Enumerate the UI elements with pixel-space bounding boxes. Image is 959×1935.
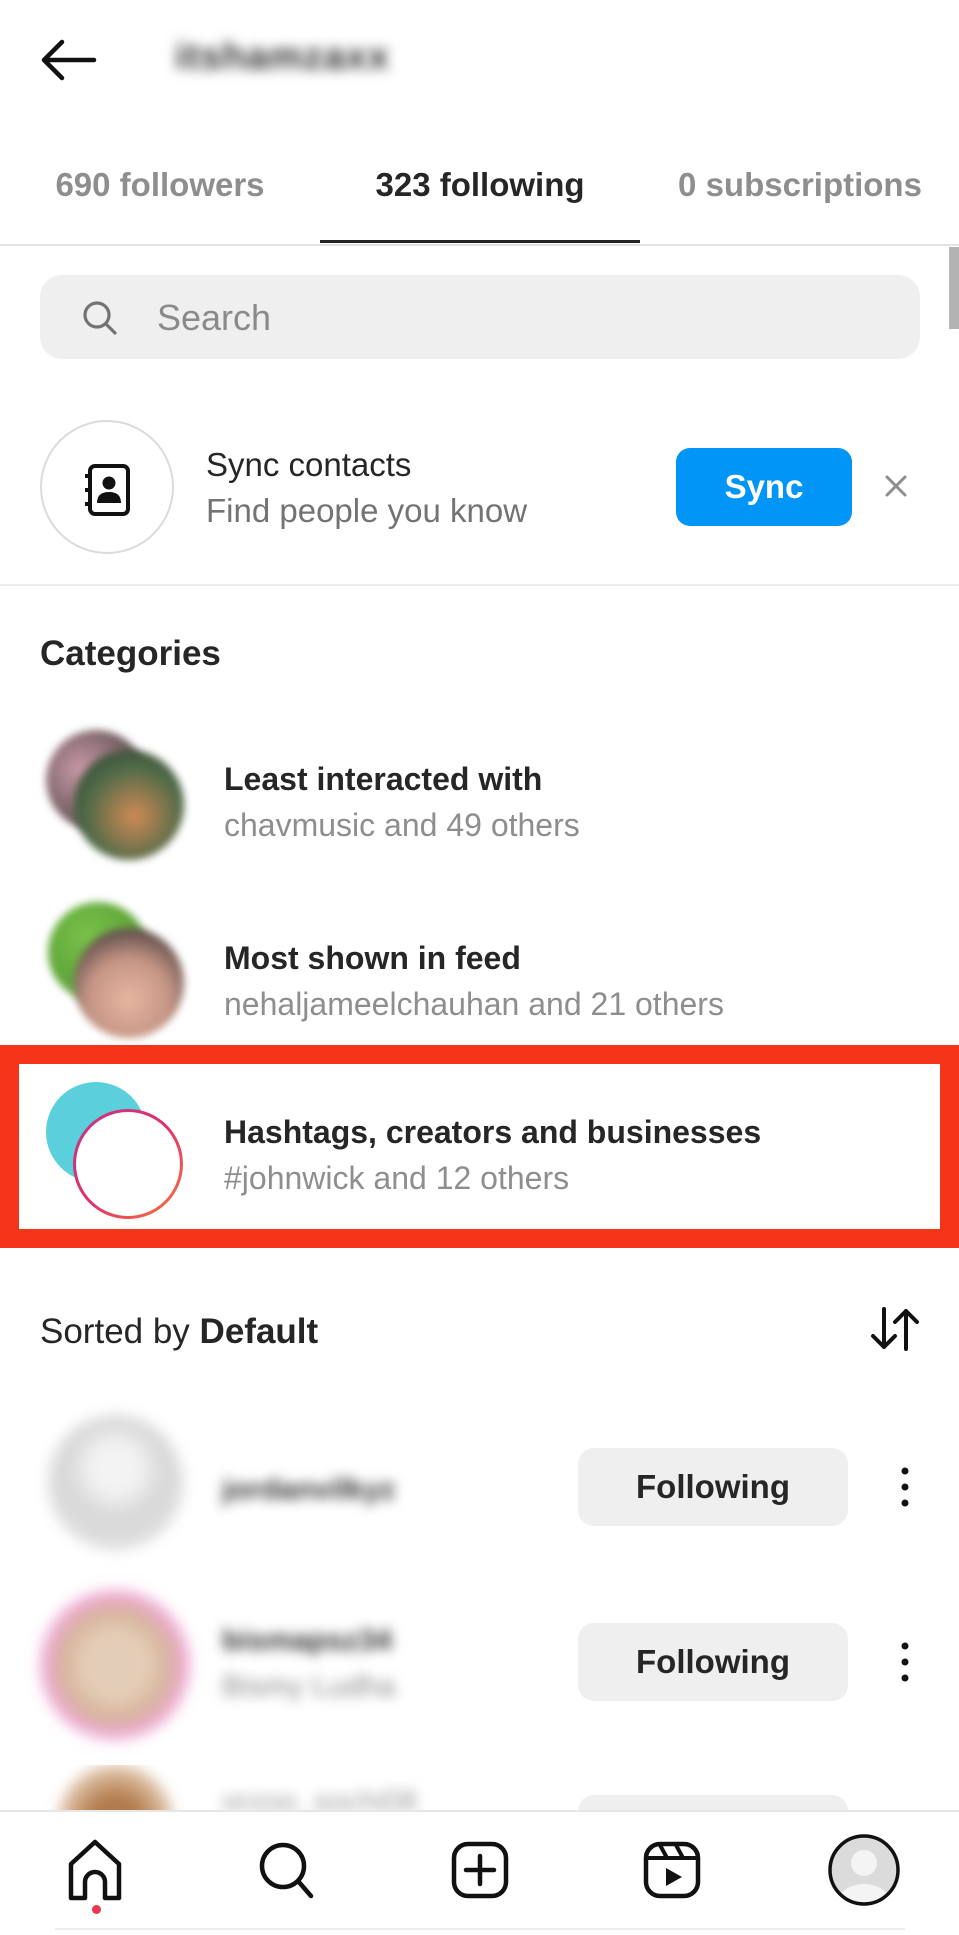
category-hashtags-creators-businesses[interactable]: Hashtags, creators and businesses #johnw…: [0, 1064, 959, 1229]
gesture-bar-divider: [55, 1928, 905, 1930]
category-subtitle: #johnwick and 12 others: [224, 1160, 570, 1196]
following-row[interactable]: bismapsz34 Bismy Ludha Following: [0, 1590, 959, 1740]
category-title: Most shown in feed: [224, 940, 521, 976]
username: bismapsz34: [222, 1624, 393, 1657]
profile-avatar-icon: [828, 1834, 900, 1906]
sort-prefix: Sorted by: [40, 1312, 200, 1351]
search-input[interactable]: [155, 285, 859, 351]
user-avatar: [48, 1415, 183, 1550]
search-icon: [259, 1842, 314, 1899]
sync-button[interactable]: Sync: [676, 448, 852, 526]
more-options-button[interactable]: [895, 1640, 915, 1684]
arrow-left-icon: [41, 39, 97, 81]
sort-value: Default: [199, 1312, 319, 1351]
category-least-interacted[interactable]: Least interacted with chavmusic and 49 o…: [0, 715, 959, 865]
following-button[interactable]: Following: [578, 1623, 848, 1701]
reels-icon: [643, 1841, 701, 1899]
back-button[interactable]: [38, 38, 98, 82]
search-icon: [83, 301, 117, 335]
nav-home[interactable]: [63, 1838, 127, 1902]
category-title: Least interacted with: [224, 761, 543, 797]
category-avatar-front: [74, 928, 184, 1038]
username: jordanvilkyz: [222, 1473, 396, 1506]
category-avatar-front: [74, 750, 184, 860]
section-divider: [0, 584, 959, 586]
sort-label: Sorted by Default: [40, 1312, 318, 1352]
active-tab-indicator: [320, 240, 640, 243]
add-post-icon: [451, 1841, 509, 1899]
sync-contacts-title: Sync contacts: [206, 446, 412, 483]
tab-subscriptions[interactable]: 0 subscriptions: [670, 166, 930, 204]
category-subtitle: nehaljameelchauhan and 21 others: [224, 986, 724, 1022]
nav-create[interactable]: [448, 1838, 512, 1902]
sort-button[interactable]: [870, 1305, 920, 1353]
user-full-name: Bismy Ludha: [222, 1670, 396, 1703]
more-vertical-icon: [901, 1467, 909, 1507]
scrollbar[interactable]: [949, 247, 959, 329]
tab-followers[interactable]: 690 followers: [40, 166, 280, 204]
dismiss-sync-button[interactable]: [880, 470, 912, 502]
contacts-book-icon: [85, 464, 130, 516]
user-avatar: [40, 1590, 190, 1740]
close-icon: [885, 475, 907, 497]
nav-profile[interactable]: [826, 1832, 902, 1908]
sync-contacts-subtitle: Find people you know: [206, 492, 528, 529]
nav-search[interactable]: [255, 1838, 319, 1902]
following-row[interactable]: jordanvilkyz Following: [0, 1415, 959, 1565]
notification-dot: [92, 1905, 101, 1914]
home-icon: [68, 1839, 122, 1901]
more-options-button[interactable]: [895, 1465, 915, 1509]
nav-reels[interactable]: [640, 1838, 704, 1902]
more-vertical-icon: [901, 1642, 909, 1682]
categories-heading: Categories: [40, 634, 221, 673]
category-subtitle: chavmusic and 49 others: [224, 807, 580, 843]
hashtag-avatar: [73, 1109, 183, 1219]
contacts-icon-container: [40, 420, 174, 554]
category-title: Hashtags, creators and businesses: [224, 1114, 762, 1150]
tab-following[interactable]: 323 following: [320, 166, 640, 204]
category-most-shown[interactable]: Most shown in feed nehaljameelchauhan an…: [0, 892, 959, 1042]
following-button[interactable]: Following: [578, 1448, 848, 1526]
profile-username-title: itshamzaxx: [175, 36, 390, 78]
tabs-divider: [0, 244, 959, 246]
hashtag-icon: [106, 1137, 149, 1192]
sort-arrows-icon: [871, 1307, 919, 1351]
